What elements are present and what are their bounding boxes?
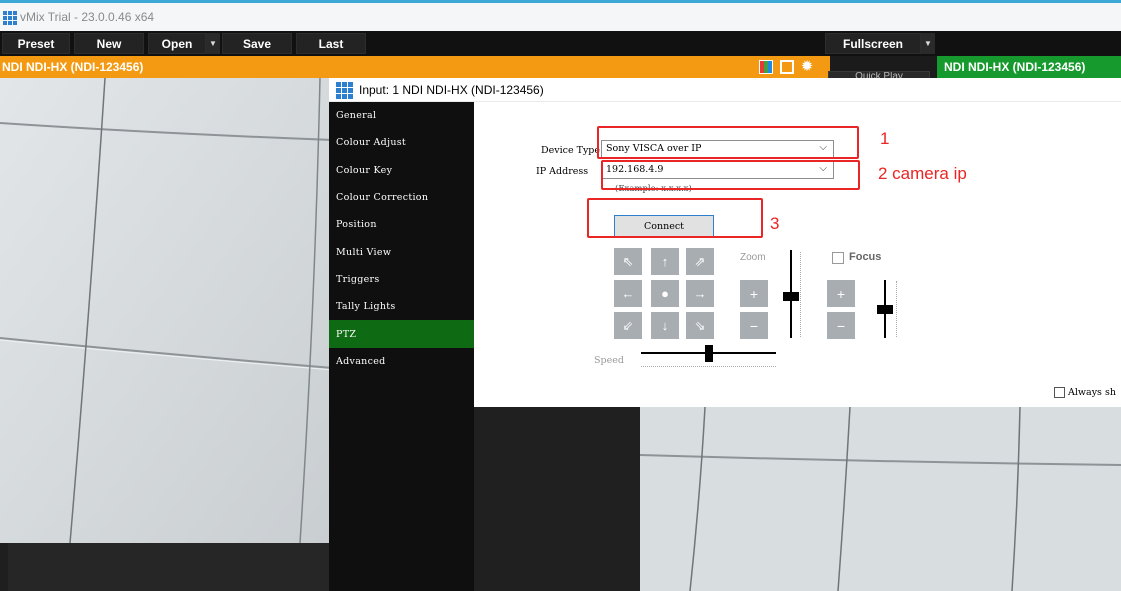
dialog-title: Input: 1 NDI NDI-HX (NDI-123456) — [359, 82, 544, 97]
zoom-label: Zoom — [740, 252, 766, 263]
open-dropdown-arrow-icon[interactable]: ▼ — [206, 33, 220, 54]
pan-down-icon[interactable]: ↓ — [651, 312, 679, 339]
save-button[interactable]: Save — [222, 33, 292, 54]
always-show-label: Always sh — [1068, 387, 1116, 398]
speed-label: Speed — [594, 355, 624, 366]
annotation-box-connect — [587, 198, 763, 238]
sidebar-item-advanced[interactable]: Advanced — [329, 348, 474, 375]
output-bar: NDI NDI-HX (NDI-123456) — [937, 56, 1121, 78]
pan-right-icon[interactable]: → — [686, 280, 714, 307]
annotation-box-ip-address — [601, 160, 860, 190]
zoom-out-button[interactable]: − — [740, 312, 768, 339]
focus-label: Focus — [849, 251, 882, 263]
always-show-option[interactable]: Always sh — [1054, 387, 1116, 398]
window-icon[interactable] — [780, 60, 794, 74]
ceiling-tiles-image — [0, 78, 333, 543]
annotation-label-2: 2 camera ip — [878, 164, 967, 183]
fullscreen-button[interactable]: Fullscreen — [825, 33, 921, 54]
zoom-slider-ticks — [800, 252, 803, 337]
dialog-title-bar[interactable]: Input: 1 NDI NDI-HX (NDI-123456) — [329, 78, 1121, 102]
zoom-slider-thumb[interactable] — [783, 292, 799, 301]
sidebar-item-position[interactable]: Position — [329, 211, 474, 238]
device-type-label: Device Type — [541, 145, 601, 156]
preset-button[interactable]: Preset — [2, 33, 70, 54]
new-button[interactable]: New — [74, 33, 144, 54]
sidebar-item-colour-key[interactable]: Colour Key — [329, 157, 474, 184]
vmix-logo-icon — [3, 10, 17, 25]
ip-address-label: IP Address — [536, 166, 589, 177]
title-bar: vMix Trial - 23.0.0.46 x64 — [0, 0, 1121, 31]
preview-video — [0, 78, 333, 543]
preview-bar: NDI NDI-HX (NDI-123456) ✹ — [0, 56, 830, 78]
gear-icon[interactable]: ✹ — [800, 59, 814, 74]
focus-far-button[interactable]: − — [827, 312, 855, 339]
pan-down-right-icon[interactable]: ⇘ — [686, 312, 714, 339]
annotation-box-device-type — [597, 126, 859, 159]
annotation-label-3: 3 — [770, 214, 780, 233]
pan-left-icon[interactable]: ← — [614, 280, 642, 307]
pan-up-icon[interactable]: ↑ — [651, 248, 679, 275]
sidebar-item-multi-view[interactable]: Multi View — [329, 238, 474, 265]
preview-lower-panel — [8, 543, 333, 591]
dialog-sidebar: General Colour Adjust Colour Key Colour … — [329, 102, 474, 591]
preview-label: NDI NDI-HX (NDI-123456) — [2, 60, 144, 74]
pan-down-left-icon[interactable]: ⇙ — [614, 312, 642, 339]
sidebar-item-colour-correction[interactable]: Colour Correction — [329, 184, 474, 211]
output-label: NDI NDI-HX (NDI-123456) — [944, 60, 1086, 74]
sidebar-item-ptz[interactable]: PTZ — [329, 320, 474, 348]
sidebar-item-tally-lights[interactable]: Tally Lights — [329, 293, 474, 320]
main-toolbar: Preset New Open ▼ Save Last Fullscreen ▼ — [0, 31, 1121, 56]
colour-bars-icon[interactable] — [759, 60, 773, 74]
pan-up-left-icon[interactable]: ⇖ — [614, 248, 642, 275]
fullscreen-dropdown-arrow-icon[interactable]: ▼ — [921, 33, 935, 54]
window-title: vMix Trial - 23.0.0.46 x64 — [20, 10, 155, 24]
focus-checkbox[interactable] — [832, 252, 844, 264]
speed-slider-thumb[interactable] — [705, 345, 713, 362]
vmix-logo-icon — [336, 81, 354, 99]
always-show-checkbox[interactable] — [1054, 387, 1065, 398]
last-button[interactable]: Last — [296, 33, 366, 54]
sidebar-item-colour-adjust[interactable]: Colour Adjust — [329, 129, 474, 156]
focus-slider-ticks — [896, 281, 899, 337]
home-dot-icon[interactable]: ● — [651, 280, 679, 307]
speed-slider-ticks — [641, 366, 776, 369]
focus-near-button[interactable]: + — [827, 280, 855, 307]
zoom-in-button[interactable]: + — [740, 280, 768, 307]
sidebar-item-general[interactable]: General — [329, 102, 474, 129]
sidebar-item-triggers[interactable]: Triggers — [329, 266, 474, 293]
focus-slider-thumb[interactable] — [877, 305, 893, 314]
annotation-label-1: 1 — [880, 129, 890, 148]
pan-up-right-icon[interactable]: ⇗ — [686, 248, 714, 275]
open-button[interactable]: Open — [148, 33, 206, 54]
